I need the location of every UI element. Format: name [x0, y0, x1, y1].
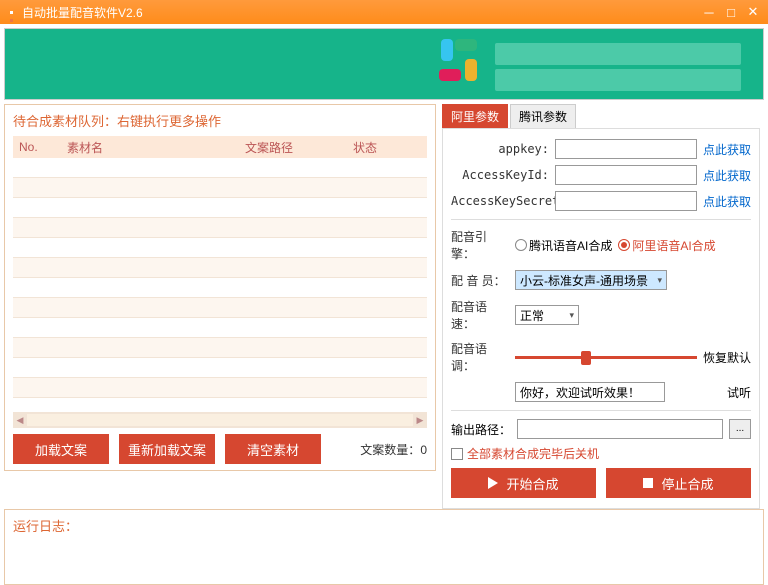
param-tabs: 阿里参数 腾讯参数 [442, 104, 760, 128]
browse-button[interactable]: ... [729, 419, 751, 439]
credentials-form: appkey: 点此获取 AccessKeyId: 点此获取 AccessKey… [442, 128, 760, 509]
queue-title: 待合成素材队列：右键执行更多操作 [13, 111, 427, 130]
slack-icon [437, 37, 485, 85]
slider-thumb[interactable] [581, 351, 591, 365]
tab-ali[interactable]: 阿里参数 [442, 104, 508, 128]
tab-tencent[interactable]: 腾讯参数 [510, 104, 576, 128]
engine-label: 配音引擎： [451, 228, 509, 262]
titlebar: 自动批量配音软件V2.6 ─ □ ✕ [0, 0, 768, 24]
reload-button[interactable]: 重新加载文案 [119, 434, 215, 464]
speed-label: 配音语速： [451, 298, 509, 332]
table-row [13, 298, 427, 318]
app-logo-icon [4, 5, 18, 19]
window-title: 自动批量配音软件V2.6 [22, 4, 698, 21]
start-button[interactable]: 开始合成 [451, 468, 596, 498]
accesssecret-input[interactable] [555, 191, 697, 211]
engine-ali-radio[interactable]: 阿里语音AI合成 [618, 237, 715, 254]
table-row [13, 158, 427, 178]
col-name[interactable]: 素材名 [61, 139, 239, 156]
appkey-input[interactable] [555, 139, 697, 159]
horizontal-scrollbar[interactable]: ◀ ▶ [13, 412, 427, 428]
accessid-input[interactable] [555, 165, 697, 185]
accessid-get-link[interactable]: 点此获取 [703, 167, 751, 184]
preview-text-input[interactable] [515, 382, 665, 402]
maximize-button[interactable]: □ [720, 5, 742, 20]
scroll-left-icon[interactable]: ◀ [13, 415, 27, 426]
table-row [13, 278, 427, 298]
speed-select[interactable]: 正常 [515, 305, 579, 325]
table-row [13, 178, 427, 198]
log-title: 运行日志： [13, 519, 78, 534]
queue-panel: 待合成素材队列：右键执行更多操作 No. 素材名 文案路径 状态 [4, 104, 436, 471]
accessid-label: AccessKeyId: [451, 168, 549, 182]
accesssecret-label: AccessKeySecret: [451, 194, 549, 208]
appkey-label: appkey: [451, 142, 549, 156]
col-path[interactable]: 文案路径 [239, 139, 347, 156]
appkey-get-link[interactable]: 点此获取 [703, 141, 751, 158]
table-row [13, 258, 427, 278]
listen-link[interactable]: 试听 [727, 384, 751, 401]
voice-select[interactable]: 小云-标准女声-通用场景 [515, 270, 667, 290]
accesssecret-get-link[interactable]: 点此获取 [703, 193, 751, 210]
engine-tencent-radio[interactable]: 腾讯语音AI合成 [515, 237, 612, 254]
table-row [13, 238, 427, 258]
shutdown-checkbox[interactable] [451, 448, 463, 460]
output-path-input[interactable] [517, 419, 723, 439]
table-row [13, 338, 427, 358]
load-button[interactable]: 加载文案 [13, 434, 109, 464]
output-path-label: 输出路径： [451, 421, 511, 438]
clear-button[interactable]: 清空素材 [225, 434, 321, 464]
col-state[interactable]: 状态 [347, 139, 407, 156]
table-body[interactable] [13, 158, 427, 412]
stop-button[interactable]: 停止合成 [606, 468, 751, 498]
table-header: No. 素材名 文案路径 状态 [13, 136, 427, 158]
col-no[interactable]: No. [13, 140, 61, 154]
table-row [13, 218, 427, 238]
table-row [13, 198, 427, 218]
count-label: 文案数量：0 [360, 441, 427, 458]
banner-stripe [495, 69, 741, 91]
scroll-track[interactable] [27, 414, 413, 426]
close-button[interactable]: ✕ [742, 4, 764, 20]
banner [4, 28, 764, 100]
minimize-button[interactable]: ─ [698, 5, 720, 20]
table-row [13, 318, 427, 338]
banner-stripe [495, 43, 741, 65]
voice-label: 配 音 员： [451, 272, 509, 289]
pitch-slider[interactable] [515, 356, 697, 359]
play-icon [488, 477, 498, 489]
stop-icon [643, 478, 653, 488]
reset-pitch-link[interactable]: 恢复默认 [703, 349, 751, 366]
table-row [13, 378, 427, 398]
log-panel: 运行日志： [4, 509, 764, 585]
scroll-right-icon[interactable]: ▶ [413, 415, 427, 426]
shutdown-label: 全部素材合成完毕后关机 [467, 445, 599, 462]
pitch-label: 配音语调： [451, 340, 509, 374]
table-row [13, 358, 427, 378]
